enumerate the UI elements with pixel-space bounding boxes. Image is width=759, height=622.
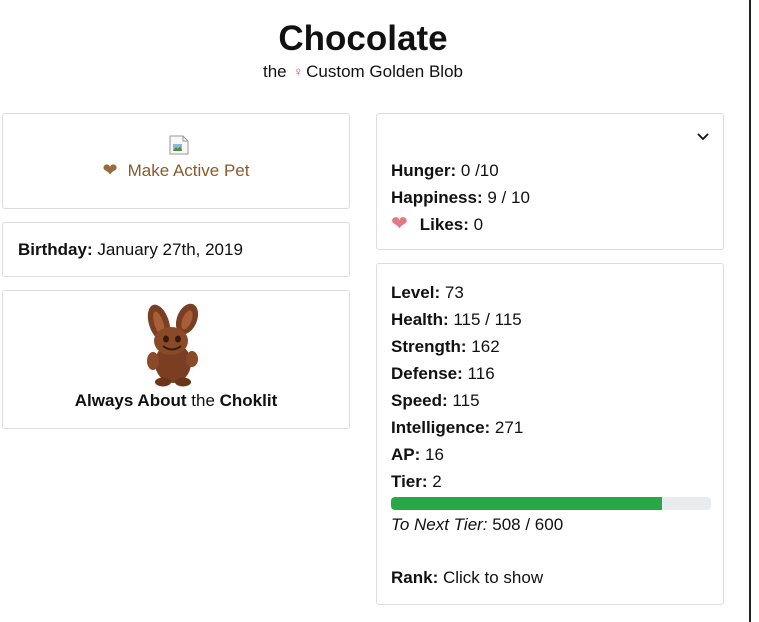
pet-name: Chocolate (278, 19, 448, 58)
tier-row: Tier: 2 (391, 468, 523, 495)
tier-progress-bar (391, 497, 711, 510)
chocolate-bunny-icon (147, 303, 199, 387)
birthday-card: Birthday: January 27th, 2019 (2, 222, 350, 277)
happiness-label: Happiness: (391, 188, 483, 207)
rank-row[interactable]: Rank: Click to show (391, 566, 543, 590)
item-name-part-2: Choklit (219, 391, 278, 410)
hunger-label: Hunger: (391, 161, 457, 180)
likes-label: Likes: (419, 215, 469, 234)
tier-value: 2 (432, 472, 442, 491)
speed-label: Speed: (391, 391, 448, 410)
female-icon: ♀ (293, 64, 304, 79)
intelligence-label: Intelligence: (391, 418, 491, 437)
intelligence-row: Intelligence: 271 (391, 414, 523, 441)
needs-card: Hunger: 0 /10 Happiness: 9 / 10 ❤ Likes: … (376, 113, 724, 250)
pet-subtitle: the ♀ Custom Golden Blob (0, 62, 726, 82)
speed-value: 115 (452, 391, 480, 410)
birthday-value: January 27th, 2019 (97, 240, 243, 259)
ap-label: AP: (391, 445, 421, 464)
needs-list: Hunger: 0 /10 Happiness: 9 / 10 ❤ Likes: … (391, 157, 530, 238)
subtitle-prefix: the (263, 62, 287, 81)
active-pet-card: ❤ Make Active Pet (2, 113, 350, 209)
defense-label: Defense: (391, 364, 463, 383)
next-tier-value: 508 / 600 (492, 515, 564, 534)
next-tier-label: To Next Tier: (391, 515, 488, 534)
happiness-row: Happiness: 9 / 10 (391, 184, 530, 211)
hunger-value: 0 /10 (460, 161, 499, 180)
likes-row: ❤ Likes: 0 (391, 211, 530, 238)
rank-label: Rank: (391, 568, 439, 587)
strength-row: Strength: 162 (391, 333, 523, 360)
item-name: Always About the Choklit (3, 391, 349, 411)
item-card: Always About the Choklit (2, 290, 350, 429)
strength-value: 162 (471, 337, 500, 356)
item-name-part-1: Always About (74, 391, 187, 410)
defense-value: 116 (467, 364, 495, 383)
make-active-label: Make Active Pet (127, 161, 250, 180)
ap-row: AP: 16 (391, 441, 523, 468)
next-tier-row: To Next Tier: 508 / 600 (391, 513, 563, 537)
pet-header: Chocolate the ♀ Custom Golden Blob (0, 18, 726, 82)
level-row: Level: 73 (391, 279, 523, 306)
broken-image-icon (169, 135, 189, 155)
hunger-row: Hunger: 0 /10 (391, 157, 530, 184)
stats-card: Level: 73 Health: 115 / 115 Strength: 16… (376, 263, 724, 605)
health-value: 115 / 115 (453, 310, 522, 329)
strength-label: Strength: (391, 337, 467, 356)
heart-icon: ❤ (102, 160, 118, 180)
level-label: Level: (391, 283, 441, 302)
likes-value: 0 (473, 215, 484, 234)
level-value: 73 (444, 283, 464, 302)
stats-list: Level: 73 Health: 115 / 115 Strength: 16… (391, 279, 523, 495)
heart-icon: ❤ (391, 213, 408, 235)
chevron-down-icon[interactable] (695, 128, 711, 144)
health-label: Health: (391, 310, 449, 329)
defense-row: Defense: 116 (391, 360, 523, 387)
rank-value[interactable]: Click to show (443, 568, 543, 587)
health-row: Health: 115 / 115 (391, 306, 523, 333)
tier-label: Tier: (391, 472, 428, 491)
intelligence-value: 271 (494, 418, 524, 437)
speed-row: Speed: 115 (391, 387, 523, 414)
happiness-value: 9 / 10 (487, 188, 530, 207)
item-name-the: the (191, 391, 215, 410)
birthday-label: Birthday: (18, 240, 93, 259)
tier-progress-fill (391, 497, 662, 510)
pet-species: Custom Golden Blob (306, 62, 463, 81)
page-right-border (749, 0, 751, 622)
make-active-pet-button[interactable]: ❤ Make Active Pet (3, 160, 349, 181)
ap-value: 16 (425, 445, 444, 464)
